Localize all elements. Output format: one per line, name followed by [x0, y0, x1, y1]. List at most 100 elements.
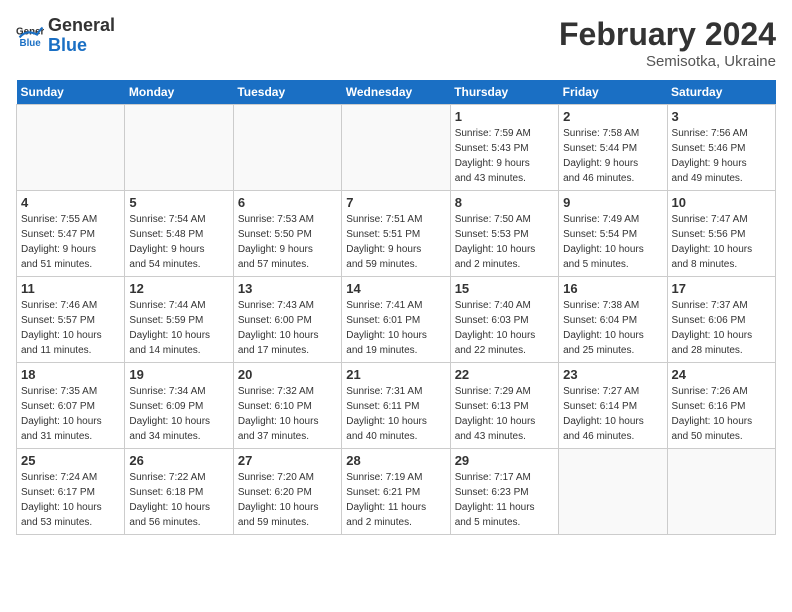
weekday-header-tuesday: Tuesday [233, 80, 341, 105]
calendar-cell: 22Sunrise: 7:29 AM Sunset: 6:13 PM Dayli… [450, 363, 558, 449]
calendar-cell: 24 Sunrise: 7:26 AM Sunset: 6:16 PM Dayli… [667, 363, 775, 449]
calendar-cell: 23 Sunrise: 7:27 AM Sunset: 6:14 PM Dayli… [559, 363, 667, 449]
week-row-5: 25 Sunrise: 7:24 AM Sunset: 6:17 PM Dayli… [17, 449, 776, 535]
weekday-header-friday: Friday [559, 80, 667, 105]
weekday-header-thursday: Thursday [450, 80, 558, 105]
weekday-header-saturday: Saturday [667, 80, 775, 105]
day-info: Sunrise: 7:49 AM Sunset: 5:54 PM Dayligh… [563, 212, 662, 272]
day-info: Sunrise: 7:19 AM Sunset: 6:21 PM Dayligh… [346, 470, 445, 530]
day-info: Sunrise: 7:55 AM Sunset: 5:47 PM Dayligh… [21, 212, 120, 272]
calendar-cell [667, 449, 775, 535]
logo-icon: General Blue [16, 22, 44, 50]
day-number: 17 [672, 281, 771, 296]
day-info: Sunrise: 7:22 AM Sunset: 6:18 PM Dayligh… [129, 470, 228, 530]
calendar-cell: 20 Sunrise: 7:32 AM Sunset: 6:10 PM Dayli… [233, 363, 341, 449]
day-number: 1 [455, 109, 554, 124]
calendar-cell: 29 Sunrise: 7:17 AM Sunset: 6:23 PM Dayli… [450, 449, 558, 535]
calendar-cell: 21 Sunrise: 7:31 AM Sunset: 6:11 PM Dayli… [342, 363, 450, 449]
calendar-cell: 6 Sunrise: 7:53 AM Sunset: 5:50 PM Daylig… [233, 191, 341, 277]
calendar-cell: 10Sunrise: 7:47 AM Sunset: 5:56 PM Dayli… [667, 191, 775, 277]
day-info: Sunrise: 7:43 AM Sunset: 6:00 PM Dayligh… [238, 298, 337, 358]
day-info: Sunrise: 7:51 AM Sunset: 5:51 PM Dayligh… [346, 212, 445, 272]
calendar-cell: 16 Sunrise: 7:38 AM Sunset: 6:04 PM Dayli… [559, 277, 667, 363]
logo-general: General [48, 16, 115, 36]
calendar-cell: 1 Sunrise: 7:59 AM Sunset: 5:43 PM Daylig… [450, 105, 558, 191]
day-info: Sunrise: 7:59 AM Sunset: 5:43 PM Dayligh… [455, 126, 554, 186]
day-number: 18 [21, 367, 120, 382]
day-number: 29 [455, 453, 554, 468]
day-number: 12 [129, 281, 228, 296]
day-info: Sunrise: 7:20 AM Sunset: 6:20 PM Dayligh… [238, 470, 337, 530]
week-row-4: 18 Sunrise: 7:35 AM Sunset: 6:07 PM Dayli… [17, 363, 776, 449]
week-row-2: 4 Sunrise: 7:55 AM Sunset: 5:47 PM Daylig… [17, 191, 776, 277]
location: Semisotka, Ukraine [559, 53, 776, 70]
calendar-cell: 8Sunrise: 7:50 AM Sunset: 5:53 PM Daylig… [450, 191, 558, 277]
calendar-cell: 25 Sunrise: 7:24 AM Sunset: 6:17 PM Dayli… [17, 449, 125, 535]
calendar-cell [17, 105, 125, 191]
calendar-cell: 2Sunrise: 7:58 AM Sunset: 5:44 PM Daylig… [559, 105, 667, 191]
day-info: Sunrise: 7:26 AM Sunset: 6:16 PM Dayligh… [672, 384, 771, 444]
calendar-cell [125, 105, 233, 191]
day-number: 15 [455, 281, 554, 296]
calendar-cell: 7Sunrise: 7:51 AM Sunset: 5:51 PM Daylig… [342, 191, 450, 277]
day-number: 21 [346, 367, 445, 382]
day-info: Sunrise: 7:46 AM Sunset: 5:57 PM Dayligh… [21, 298, 120, 358]
calendar-cell: 9 Sunrise: 7:49 AM Sunset: 5:54 PM Daylig… [559, 191, 667, 277]
day-number: 14 [346, 281, 445, 296]
day-info: Sunrise: 7:31 AM Sunset: 6:11 PM Dayligh… [346, 384, 445, 444]
day-info: Sunrise: 7:56 AM Sunset: 5:46 PM Dayligh… [672, 126, 771, 186]
day-number: 28 [346, 453, 445, 468]
calendar-cell [233, 105, 341, 191]
month-title: February 2024 [559, 16, 776, 53]
day-info: Sunrise: 7:37 AM Sunset: 6:06 PM Dayligh… [672, 298, 771, 358]
calendar-cell: 19Sunrise: 7:34 AM Sunset: 6:09 PM Dayli… [125, 363, 233, 449]
day-info: Sunrise: 7:27 AM Sunset: 6:14 PM Dayligh… [563, 384, 662, 444]
calendar-cell: 14 Sunrise: 7:41 AM Sunset: 6:01 PM Dayli… [342, 277, 450, 363]
day-number: 25 [21, 453, 120, 468]
day-info: Sunrise: 7:17 AM Sunset: 6:23 PM Dayligh… [455, 470, 554, 530]
day-number: 4 [21, 195, 120, 210]
weekday-header-row: SundayMondayTuesdayWednesdayThursdayFrid… [17, 80, 776, 105]
day-number: 24 [672, 367, 771, 382]
weekday-header-sunday: Sunday [17, 80, 125, 105]
day-info: Sunrise: 7:35 AM Sunset: 6:07 PM Dayligh… [21, 384, 120, 444]
week-row-1: 1 Sunrise: 7:59 AM Sunset: 5:43 PM Daylig… [17, 105, 776, 191]
day-info: Sunrise: 7:53 AM Sunset: 5:50 PM Dayligh… [238, 212, 337, 272]
calendar-cell: 12 Sunrise: 7:44 AM Sunset: 5:59 PM Dayli… [125, 277, 233, 363]
calendar-cell: 26 Sunrise: 7:22 AM Sunset: 6:18 PM Dayli… [125, 449, 233, 535]
day-number: 23 [563, 367, 662, 382]
day-number: 6 [238, 195, 337, 210]
day-info: Sunrise: 7:32 AM Sunset: 6:10 PM Dayligh… [238, 384, 337, 444]
day-number: 20 [238, 367, 337, 382]
svg-text:Blue: Blue [20, 38, 42, 49]
day-info: Sunrise: 7:38 AM Sunset: 6:04 PM Dayligh… [563, 298, 662, 358]
calendar-cell: 17 Sunrise: 7:37 AM Sunset: 6:06 PM Dayli… [667, 277, 775, 363]
calendar-cell: 28 Sunrise: 7:19 AM Sunset: 6:21 PM Dayli… [342, 449, 450, 535]
day-info: Sunrise: 7:29 AM Sunset: 6:13 PM Dayligh… [455, 384, 554, 444]
day-number: 11 [21, 281, 120, 296]
calendar-cell: 3Sunrise: 7:56 AM Sunset: 5:46 PM Daylig… [667, 105, 775, 191]
day-number: 16 [563, 281, 662, 296]
day-info: Sunrise: 7:50 AM Sunset: 5:53 PM Dayligh… [455, 212, 554, 272]
day-number: 13 [238, 281, 337, 296]
calendar-cell: 4 Sunrise: 7:55 AM Sunset: 5:47 PM Daylig… [17, 191, 125, 277]
day-number: 9 [563, 195, 662, 210]
page-header: General Blue General Blue February 2024 … [16, 16, 776, 70]
calendar-cell: 18 Sunrise: 7:35 AM Sunset: 6:07 PM Dayli… [17, 363, 125, 449]
logo: General Blue General Blue [16, 16, 115, 56]
calendar-cell [559, 449, 667, 535]
calendar-cell: 27 Sunrise: 7:20 AM Sunset: 6:20 PM Dayli… [233, 449, 341, 535]
day-number: 26 [129, 453, 228, 468]
calendar-cell [342, 105, 450, 191]
day-info: Sunrise: 7:58 AM Sunset: 5:44 PM Dayligh… [563, 126, 662, 186]
day-info: Sunrise: 7:24 AM Sunset: 6:17 PM Dayligh… [21, 470, 120, 530]
weekday-header-wednesday: Wednesday [342, 80, 450, 105]
title-area: February 2024 Semisotka, Ukraine [559, 16, 776, 70]
day-info: Sunrise: 7:40 AM Sunset: 6:03 PM Dayligh… [455, 298, 554, 358]
day-info: Sunrise: 7:54 AM Sunset: 5:48 PM Dayligh… [129, 212, 228, 272]
logo-blue: Blue [48, 36, 115, 56]
day-number: 5 [129, 195, 228, 210]
day-number: 27 [238, 453, 337, 468]
day-info: Sunrise: 7:41 AM Sunset: 6:01 PM Dayligh… [346, 298, 445, 358]
day-info: Sunrise: 7:44 AM Sunset: 5:59 PM Dayligh… [129, 298, 228, 358]
